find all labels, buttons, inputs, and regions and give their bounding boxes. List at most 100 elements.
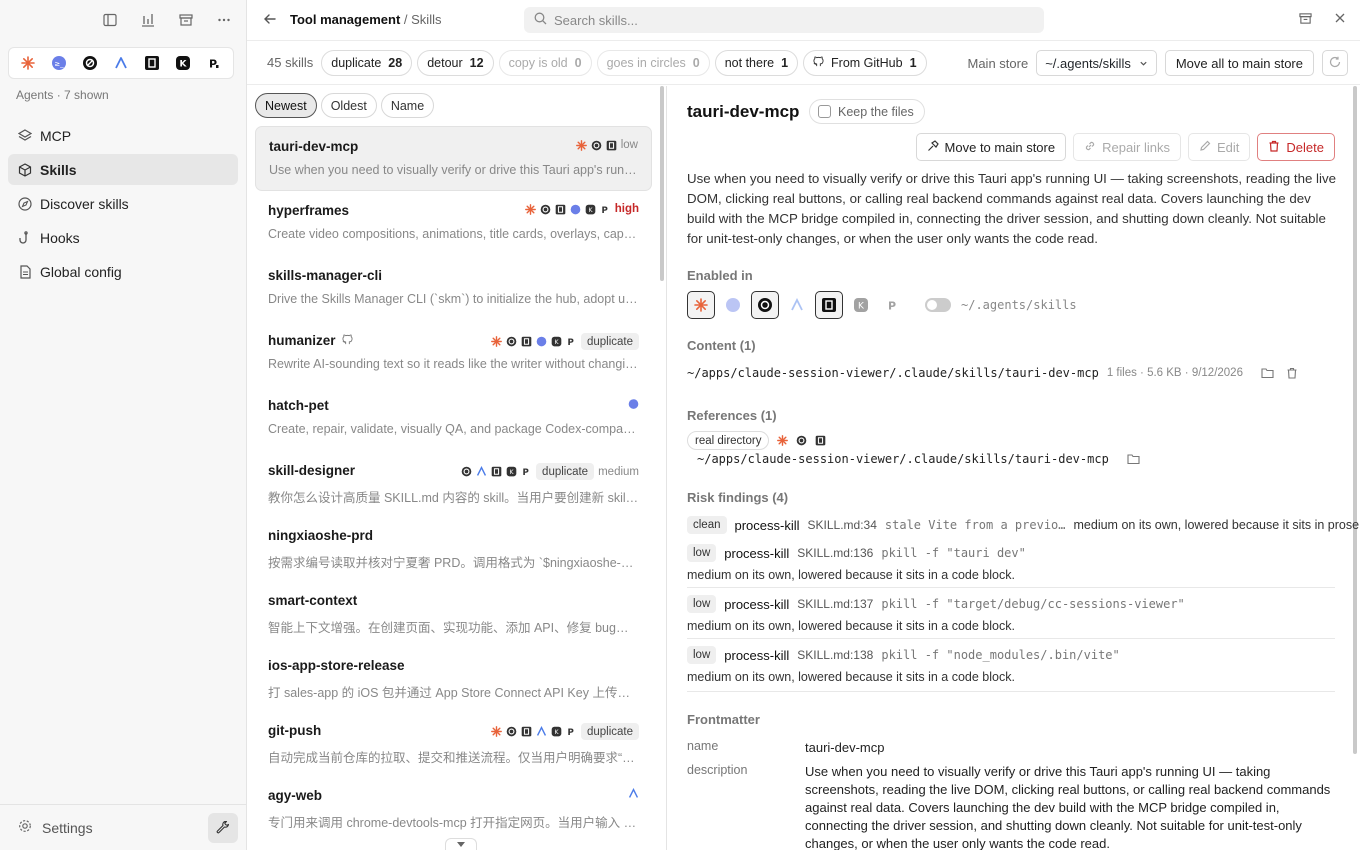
more-icon[interactable]: [216, 12, 232, 28]
codex-agent-icon: [796, 435, 807, 446]
skill-name: ningxiaoshe-prd: [268, 528, 374, 543]
sidebar-item-label: Discover skills: [40, 195, 129, 212]
risk-location[interactable]: SKILL.md:34: [808, 518, 877, 532]
pi-agent-icon[interactable]: P: [204, 54, 222, 72]
sort-newest[interactable]: Newest: [255, 93, 317, 118]
sidebar-item-discover-skills[interactable]: Discover skills: [8, 188, 238, 219]
checkbox-box[interactable]: [818, 105, 831, 118]
content-meta: 1 files · 5.6 KB · 9/12/2026: [1106, 367, 1243, 379]
risk-location[interactable]: SKILL.md:138: [797, 648, 873, 662]
kilo-agent-icon: K: [551, 726, 562, 737]
sort-oldest[interactable]: Oldest: [320, 93, 377, 118]
frontmatter-key: description: [687, 763, 748, 777]
opencode-agent-icon: [555, 204, 566, 215]
opencode-agent-icon[interactable]: [143, 54, 161, 72]
agents-count-label: Agents · 7 shown: [16, 88, 109, 102]
archive-box-icon[interactable]: [1299, 12, 1312, 28]
enabled-in-heading: Enabled in: [687, 268, 753, 283]
list-item[interactable]: skills-manager-cli Drive the Skills Mana…: [255, 256, 652, 321]
detail-scrollbar[interactable]: [1353, 86, 1357, 754]
search-box[interactable]: [524, 7, 1044, 33]
antigravity-agent-toggle-icon[interactable]: [783, 291, 811, 319]
list-scrollbar[interactable]: [660, 86, 664, 281]
sidebar-item-hooks[interactable]: Hooks: [8, 222, 238, 253]
skill-meta: K P duplicate: [491, 333, 639, 350]
sort-name[interactable]: Name: [380, 93, 435, 118]
kilo-agent-toggle-icon[interactable]: K: [847, 291, 875, 319]
main-store-select[interactable]: ~/.agents/skills: [1036, 50, 1157, 76]
list-item[interactable]: hatch-pet Create, repair, validate, visu…: [255, 386, 652, 451]
gemini-agent-toggle-icon[interactable]: [719, 291, 747, 319]
refresh-button[interactable]: [1322, 50, 1348, 76]
pi-agent-toggle-icon[interactable]: P: [879, 291, 907, 319]
sort-options: Newest Oldest Name: [255, 93, 435, 118]
skill-description: 专门用来调用 chrome-devtools-mcp 打开指定网页。当用户输入 …: [268, 816, 639, 830]
risk-location[interactable]: SKILL.md:137: [797, 597, 873, 611]
codex-agent-icon[interactable]: [81, 54, 99, 72]
skill-name: tauri-dev-mcp: [269, 139, 359, 154]
trash-icon[interactable]: [1285, 366, 1299, 380]
breadcrumb-current: / Skills: [403, 12, 442, 27]
repair-links-button[interactable]: Repair links: [1073, 133, 1182, 161]
svg-text:P: P: [568, 728, 574, 737]
delete-button[interactable]: Delete: [1257, 133, 1335, 161]
archive-icon[interactable]: [178, 12, 194, 28]
kilo-agent-icon[interactable]: K: [174, 54, 192, 72]
move-all-button[interactable]: Move all to main store: [1164, 50, 1314, 76]
gemini-agent-icon[interactable]: ≥_: [50, 54, 68, 72]
breadcrumb-main[interactable]: Tool management: [290, 12, 400, 27]
list-item[interactable]: git-push 自动完成当前仓库的拉取、提交和推送流程。仅当用户明确要求“提交…: [255, 711, 652, 776]
pill-label: goes in circles: [606, 55, 686, 70]
settings-link[interactable]: Settings: [42, 820, 93, 836]
antigravity-agent-icon[interactable]: [112, 54, 130, 72]
antigravity-agent-icon: [628, 788, 639, 799]
svg-text:P: P: [888, 300, 896, 313]
folder-icon[interactable]: [1261, 366, 1275, 380]
risk-note: medium on its own, lowered because it si…: [687, 619, 1015, 633]
codex-agent-icon: [506, 336, 517, 347]
close-icon[interactable]: [1334, 12, 1346, 28]
duplicate-tag: duplicate: [580, 723, 639, 740]
filter-pill-copy-is-old[interactable]: copy is old 0: [498, 49, 592, 76]
sidebar-item-skills[interactable]: Skills: [8, 154, 238, 185]
agent-filter-strip: ≥_ K P: [8, 47, 234, 79]
list-item[interactable]: agy-web 专门用来调用 chrome-devtools-mcp 打开指定网…: [255, 776, 652, 841]
list-item[interactable]: smart-context 智能上下文增强。在创建页面、实现功能、添加 API、…: [255, 581, 652, 646]
sidebar-item-global-config[interactable]: Global config: [8, 256, 238, 287]
back-arrow-icon[interactable]: [263, 12, 277, 29]
main-store-toggle[interactable]: [925, 298, 951, 312]
list-item[interactable]: ios-app-store-release 打 sales-app 的 iOS …: [255, 646, 652, 711]
list-item[interactable]: ningxiaoshe-prd 按需求编号读取并核对宁夏奢 PRD。调用格式为 …: [255, 516, 652, 581]
claude-agent-icon[interactable]: [19, 54, 37, 72]
filter-pill-goes-in-circles[interactable]: goes in circles 0: [596, 49, 710, 76]
cube-icon: [18, 162, 32, 177]
list-item[interactable]: skill-designer 教你怎么设计高质量 SKILL.md 内容的 sk…: [255, 451, 652, 516]
codex-agent-toggle-icon[interactable]: [751, 291, 779, 319]
move-to-main-store-button[interactable]: Move to main store: [915, 133, 1067, 161]
skill-name: skills-manager-cli: [268, 268, 383, 283]
filter-pill-duplicate[interactable]: duplicate 28: [321, 49, 413, 76]
wrench-icon[interactable]: [208, 813, 238, 843]
sidebar-item-mcp[interactable]: MCP: [8, 120, 238, 151]
claude-agent-toggle-icon[interactable]: [687, 291, 715, 319]
list-item[interactable]: hyperframes Create video compositions, a…: [255, 191, 652, 256]
list-item[interactable]: humanizer Rewrite AI-sounding text so it…: [255, 321, 652, 386]
stats-icon[interactable]: [140, 12, 156, 28]
folder-icon[interactable]: [1127, 452, 1141, 466]
keep-files-checkbox[interactable]: Keep the files: [809, 99, 925, 124]
claude-agent-icon: [524, 203, 536, 215]
scroll-down-chevron-icon[interactable]: [445, 838, 477, 850]
risk-location[interactable]: SKILL.md:136: [797, 546, 873, 560]
edit-button[interactable]: Edit: [1188, 133, 1251, 161]
sidebar-toggle-icon[interactable]: [102, 12, 118, 28]
filter-pill-from-github[interactable]: From GitHub 1: [803, 49, 927, 76]
list-item[interactable]: tauri-dev-mcp Use when you need to visua…: [255, 126, 652, 191]
skill-name: humanizer: [268, 333, 336, 348]
gear-icon[interactable]: [18, 819, 32, 836]
opencode-agent-toggle-icon[interactable]: [815, 291, 843, 319]
filter-pill-not-there[interactable]: not there 1: [714, 49, 799, 76]
opencode-agent-icon: [521, 336, 532, 347]
filter-pill-detour[interactable]: detour 12: [417, 49, 494, 76]
skill-description: 自动完成当前仓库的拉取、提交和推送流程。仅当用户明确要求“提交并推送”时使用: [268, 751, 639, 765]
search-input[interactable]: [554, 12, 1034, 28]
